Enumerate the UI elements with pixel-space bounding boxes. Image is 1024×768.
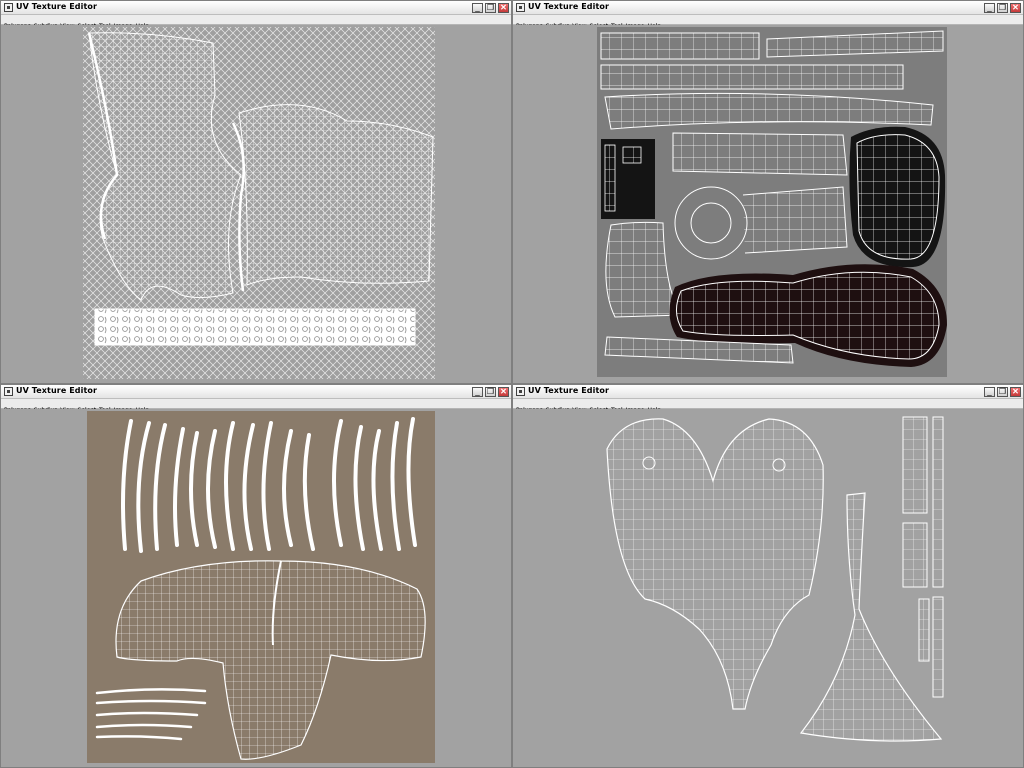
uv-viewport[interactable]: [1, 25, 511, 383]
uv-editor-window-top-right[interactable]: UV Texture Editor _ ❐ ✕ PolygonsSubdivsV…: [512, 0, 1024, 384]
title-bar[interactable]: UV Texture Editor _ ❐ ✕: [1, 1, 511, 15]
uv-canvas[interactable]: [1, 409, 511, 767]
menu-bar: PolygonsSubdivsViewSelectToolImageHelp: [1, 15, 511, 30]
window-title: UV Texture Editor: [16, 2, 98, 11]
minimize-button[interactable]: _: [984, 387, 995, 397]
app-icon: [4, 3, 13, 12]
window-title: UV Texture Editor: [528, 2, 610, 11]
uv-viewport[interactable]: [513, 25, 1023, 383]
close-button[interactable]: ✕: [498, 387, 509, 397]
minimize-button[interactable]: _: [984, 3, 995, 13]
uv-editor-window-bottom-left[interactable]: UV Texture Editor _ ❐ ✕ PolygonsSubdivsV…: [0, 384, 512, 768]
uv-shell-torso: [606, 418, 824, 710]
uv-viewport[interactable]: [1, 409, 511, 767]
window-title: UV Texture Editor: [528, 386, 610, 395]
uv-canvas[interactable]: [1, 25, 511, 383]
title-bar[interactable]: UV Texture Editor _ ❐ ✕: [513, 385, 1023, 399]
app-icon: [4, 387, 13, 396]
title-bar[interactable]: UV Texture Editor _ ❐ ✕: [1, 385, 511, 399]
uv-strip-lace: [94, 308, 416, 346]
restore-button[interactable]: ❐: [997, 3, 1008, 13]
close-button[interactable]: ✕: [1010, 387, 1021, 397]
menu-bar: PolygonsSubdivsViewSelectToolImageHelp: [1, 399, 511, 414]
minimize-button[interactable]: _: [472, 3, 483, 13]
uv-editor-window-top-left[interactable]: UV Texture Editor _ ❐ ✕ PolygonsSubdivsV…: [0, 0, 512, 384]
uv-canvas[interactable]: [513, 409, 1023, 767]
close-button[interactable]: ✕: [498, 3, 509, 13]
app-icon: [516, 387, 525, 396]
title-bar[interactable]: UV Texture Editor _ ❐ ✕: [513, 1, 1023, 15]
restore-button[interactable]: ❐: [485, 3, 496, 13]
restore-button[interactable]: ❐: [485, 387, 496, 397]
window-title: UV Texture Editor: [16, 386, 98, 395]
uv-shell-right: [238, 104, 434, 286]
uv-canvas[interactable]: [513, 25, 1023, 383]
uv-viewport[interactable]: [513, 409, 1023, 767]
restore-button[interactable]: ❐: [997, 387, 1008, 397]
menu-bar: PolygonsSubdivsViewSelectToolImageHelp: [513, 15, 1023, 30]
uv-editor-window-bottom-right[interactable]: UV Texture Editor _ ❐ ✕ PolygonsSubdivsV…: [512, 384, 1024, 768]
close-button[interactable]: ✕: [1010, 3, 1021, 13]
menu-bar: PolygonsSubdivsViewSelectToolImageHelp: [513, 399, 1023, 414]
minimize-button[interactable]: _: [472, 387, 483, 397]
app-icon: [516, 3, 525, 12]
